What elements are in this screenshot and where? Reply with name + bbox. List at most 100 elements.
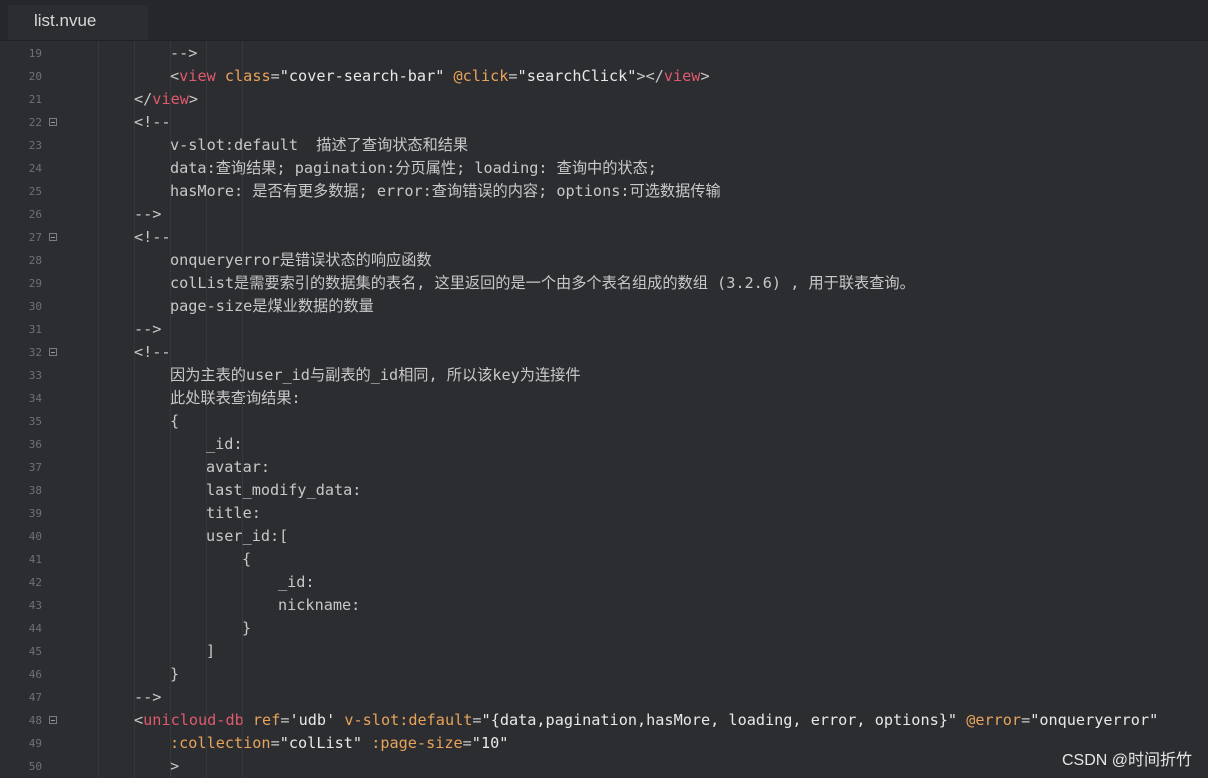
code-line[interactable]: 31 --> [0, 318, 1208, 341]
line-number: 27 [28, 231, 42, 244]
code-token: "cover-search-bar" [279, 67, 445, 85]
code-token: = [270, 67, 280, 85]
fold-toggle-icon[interactable] [49, 348, 57, 356]
code-text: </view> [134, 88, 198, 111]
code-token: 此处联表查询结果: [170, 389, 301, 407]
code-line[interactable]: 28 onqueryerror是错误状态的响应函数 [0, 249, 1208, 272]
code-line[interactable]: 29 colList是需要索引的数据集的表名, 这里返回的是一个由多个表名组成的数… [0, 272, 1208, 295]
line-number: 48 [28, 714, 42, 727]
fold-toggle-icon[interactable] [49, 118, 57, 126]
code-line[interactable]: 49:collection="colList" :page-size="10" [0, 732, 1208, 755]
code-token: _id: [206, 435, 243, 453]
code-line[interactable]: 48 <unicloud-db ref='udb' v-slot:default=… [0, 709, 1208, 732]
line-number: 40 [28, 530, 42, 543]
code-line[interactable]: 50 > [0, 755, 1208, 778]
code-line[interactable]: 35{ [0, 410, 1208, 433]
code-text: 此处联表查询结果: [170, 387, 301, 410]
code-line[interactable]: 22 <!-- [0, 111, 1208, 134]
code-line[interactable]: 30 page-size是煤业数据的数量 [0, 295, 1208, 318]
line-number: 38 [28, 484, 42, 497]
code-text: <unicloud-db ref='udb' v-slot:default="{… [134, 709, 1158, 732]
code-text: --> [134, 686, 161, 709]
code-token: <!-- [134, 113, 171, 131]
code-line[interactable]: 26 --> [0, 203, 1208, 226]
code-line[interactable]: 25 hasMore: 是否有更多数据; error:查询错误的内容; optio… [0, 180, 1208, 203]
code-token: 因为主表的user_id与副表的_id相同, 所以该key为连接件 [170, 366, 581, 384]
line-number: 37 [28, 461, 42, 474]
watermark: CSDN @时间折竹 [1061, 752, 1192, 769]
code-line[interactable]: 37 avatar: [0, 456, 1208, 479]
code-token: hasMore: 是否有更多数据; error:查询错误的内容; options… [170, 182, 721, 200]
fold-toggle-icon[interactable] [49, 716, 57, 724]
line-number: 21 [28, 93, 42, 106]
line-number: 26 [28, 208, 42, 221]
code-line[interactable]: 41{ [0, 548, 1208, 571]
code-text: <!-- [134, 226, 171, 249]
code-editor[interactable]: 19 --> 20 <view class="cover-search-bar" @c… [0, 41, 1208, 778]
code-line[interactable]: 42 _id: [0, 571, 1208, 594]
code-text: <!-- [134, 341, 171, 364]
code-line[interactable]: 46} [0, 663, 1208, 686]
indent-guide [170, 41, 172, 778]
code-line[interactable]: 24 data:查询结果; pagination:分页属性; loading: 查… [0, 157, 1208, 180]
line-number: 32 [28, 346, 42, 359]
code-line[interactable]: 44} [0, 617, 1208, 640]
code-line[interactable]: 33 因为主表的user_id与副表的_id相同, 所以该key为连接件 [0, 364, 1208, 387]
code-line[interactable]: 21 </view> [0, 88, 1208, 111]
line-number: 35 [28, 415, 42, 428]
code-text: <!-- [134, 111, 171, 134]
code-token: --> [170, 44, 198, 62]
code-token: :page-size [371, 734, 463, 752]
code-token: _id: [278, 573, 315, 591]
line-number: 20 [28, 70, 42, 83]
code-token: = [270, 734, 280, 752]
code-token: title: [206, 504, 261, 522]
code-line[interactable]: 27 <!-- [0, 226, 1208, 249]
fold-toggle-icon[interactable] [49, 233, 57, 241]
code-line[interactable]: 34 此处联表查询结果: [0, 387, 1208, 410]
code-token: onqueryerror是错误状态的响应函数 [170, 251, 432, 269]
code-line[interactable]: 38 last_modify_data: [0, 479, 1208, 502]
code-line[interactable]: 45] [0, 640, 1208, 663]
code-line[interactable]: 20 <view class="cover-search-bar" @click=… [0, 65, 1208, 88]
code-line[interactable]: 47 --> [0, 686, 1208, 709]
code-line[interactable]: 39 title: [0, 502, 1208, 525]
code-token: @error [966, 711, 1022, 729]
code-line[interactable]: 43 nickname: [0, 594, 1208, 617]
code-token: avatar: [206, 458, 271, 476]
line-number: 50 [28, 760, 42, 773]
code-token: = [1021, 711, 1031, 729]
code-token: = [280, 711, 290, 729]
code-token: = [508, 67, 518, 85]
code-token: < [134, 711, 144, 729]
code-text: --> [170, 42, 197, 65]
code-token: colList是需要索引的数据集的表名, 这里返回的是一个由多个表名组成的数组 … [170, 274, 915, 292]
indent-guide [206, 41, 208, 778]
tab-list-nvue[interactable]: list.nvue [8, 5, 148, 40]
code-token: --> [134, 688, 162, 706]
code-token: "searchClick" [517, 67, 637, 85]
code-token: = [472, 711, 482, 729]
code-text: page-size是煤业数据的数量 [170, 295, 374, 318]
line-number: 23 [28, 139, 42, 152]
code-text: title: [206, 502, 261, 525]
code-line[interactable]: 23 v-slot:default 描述了查询状态和结果 [0, 134, 1208, 157]
code-token: = [462, 734, 472, 752]
code-token: last_modify_data: [206, 481, 362, 499]
code-line[interactable]: 32 <!-- [0, 341, 1208, 364]
code-text: 因为主表的user_id与副表的_id相同, 所以该key为连接件 [170, 364, 581, 387]
code-text: _id: [278, 571, 315, 594]
code-line[interactable]: 36 _id: [0, 433, 1208, 456]
code-line[interactable]: 19 --> [0, 42, 1208, 65]
code-line[interactable]: 40 user_id:[ [0, 525, 1208, 548]
line-number: 28 [28, 254, 42, 267]
code-token: unicloud-db [143, 711, 244, 729]
code-token: <!-- [134, 343, 171, 361]
line-number: 24 [28, 162, 42, 175]
tab-bar: list.nvue [0, 0, 1208, 41]
code-token: 'udb' [289, 711, 336, 729]
code-token: --> [134, 205, 162, 223]
